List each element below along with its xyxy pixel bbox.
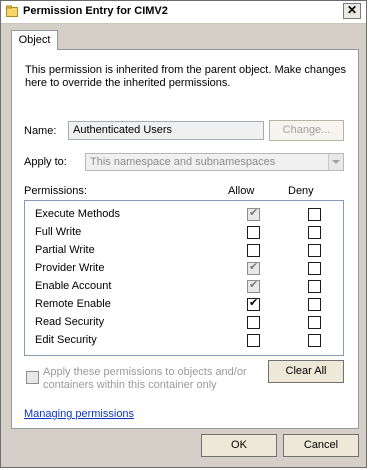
allow-checkbox[interactable] <box>247 244 260 257</box>
change-button[interactable]: Change... <box>269 120 344 141</box>
deny-checkbox[interactable] <box>308 280 321 293</box>
folder-icon <box>6 5 18 17</box>
allow-checkbox[interactable]: ✔ <box>247 261 260 275</box>
deny-checkbox[interactable] <box>308 208 321 221</box>
checkmark-icon: ✔ <box>249 207 259 219</box>
deny-checkbox[interactable] <box>308 316 321 329</box>
title-bar[interactable]: Permission Entry for CIMV2 ✕ <box>1 1 366 24</box>
tab-object[interactable]: Object <box>11 30 58 50</box>
allow-column-header: Allow <box>228 185 255 197</box>
permission-name: Remote Enable <box>35 298 111 310</box>
name-label: Name: <box>24 125 57 137</box>
permission-row-remote-enable: Remote Enable ✔ <box>35 296 335 314</box>
permission-row-provider-write: Provider Write ✔ <box>35 260 335 278</box>
permission-row-read-security: Read Security <box>35 314 335 332</box>
allow-checkbox[interactable]: ✔ <box>247 297 260 311</box>
permission-row-full-write: Full Write <box>35 224 335 242</box>
permission-name: Execute Methods <box>35 208 120 220</box>
permission-entry-dialog: Permission Entry for CIMV2 ✕ Object This… <box>0 0 367 468</box>
allow-checkbox[interactable] <box>247 334 260 347</box>
chevron-down-icon[interactable] <box>328 154 343 170</box>
object-tab-panel: This permission is inherited from the pa… <box>11 49 359 429</box>
allow-checkbox[interactable] <box>247 316 260 329</box>
permission-name: Partial Write <box>35 244 95 256</box>
close-button[interactable]: ✕ <box>343 3 361 19</box>
permission-row-partial-write: Partial Write <box>35 242 335 260</box>
permission-row-edit-security: Edit Security <box>35 332 335 350</box>
name-field[interactable]: Authenticated Users <box>68 121 264 140</box>
permission-name: Full Write <box>35 226 82 238</box>
deny-checkbox[interactable] <box>308 226 321 239</box>
permission-name: Edit Security <box>35 334 97 346</box>
checkmark-icon: ✔ <box>249 297 259 309</box>
apply-within-container-text: Apply these permissions to objects and/o… <box>43 366 247 391</box>
allow-checkbox[interactable] <box>247 226 260 239</box>
permission-row-enable-account: Enable Account ✔ <box>35 278 335 296</box>
apply-to-label: Apply to: <box>24 156 67 168</box>
deny-column-header: Deny <box>288 185 314 197</box>
permission-row-execute-methods: Execute Methods ✔ <box>35 206 335 224</box>
allow-checkbox[interactable]: ✔ <box>247 207 260 221</box>
deny-checkbox[interactable] <box>308 244 321 257</box>
apply-to-value: This namespace and subnamespaces <box>90 156 276 168</box>
permission-name: Enable Account <box>35 280 112 292</box>
allow-checkbox[interactable]: ✔ <box>247 279 260 293</box>
checkmark-icon: ✔ <box>249 261 259 273</box>
permission-name: Provider Write <box>35 262 105 274</box>
permissions-label: Permissions: <box>24 185 87 197</box>
permissions-list[interactable]: Execute Methods ✔ Full Write Partial Wri… <box>24 200 344 356</box>
apply-to-select[interactable]: This namespace and subnamespaces <box>85 153 344 171</box>
deny-checkbox[interactable] <box>308 298 321 311</box>
managing-permissions-link[interactable]: Managing permissions <box>24 408 134 420</box>
deny-checkbox[interactable] <box>308 262 321 275</box>
cancel-button[interactable]: Cancel <box>283 434 359 457</box>
clear-all-button[interactable]: Clear All <box>268 360 344 383</box>
ok-button[interactable]: OK <box>201 434 277 457</box>
deny-checkbox[interactable] <box>308 334 321 347</box>
apply-within-container-checkbox[interactable] <box>26 371 39 384</box>
inheritance-info-text: This permission is inherited from the pa… <box>25 64 346 89</box>
checkmark-icon: ✔ <box>249 279 259 291</box>
permission-name: Read Security <box>35 316 105 328</box>
window-title: Permission Entry for CIMV2 <box>23 5 168 17</box>
